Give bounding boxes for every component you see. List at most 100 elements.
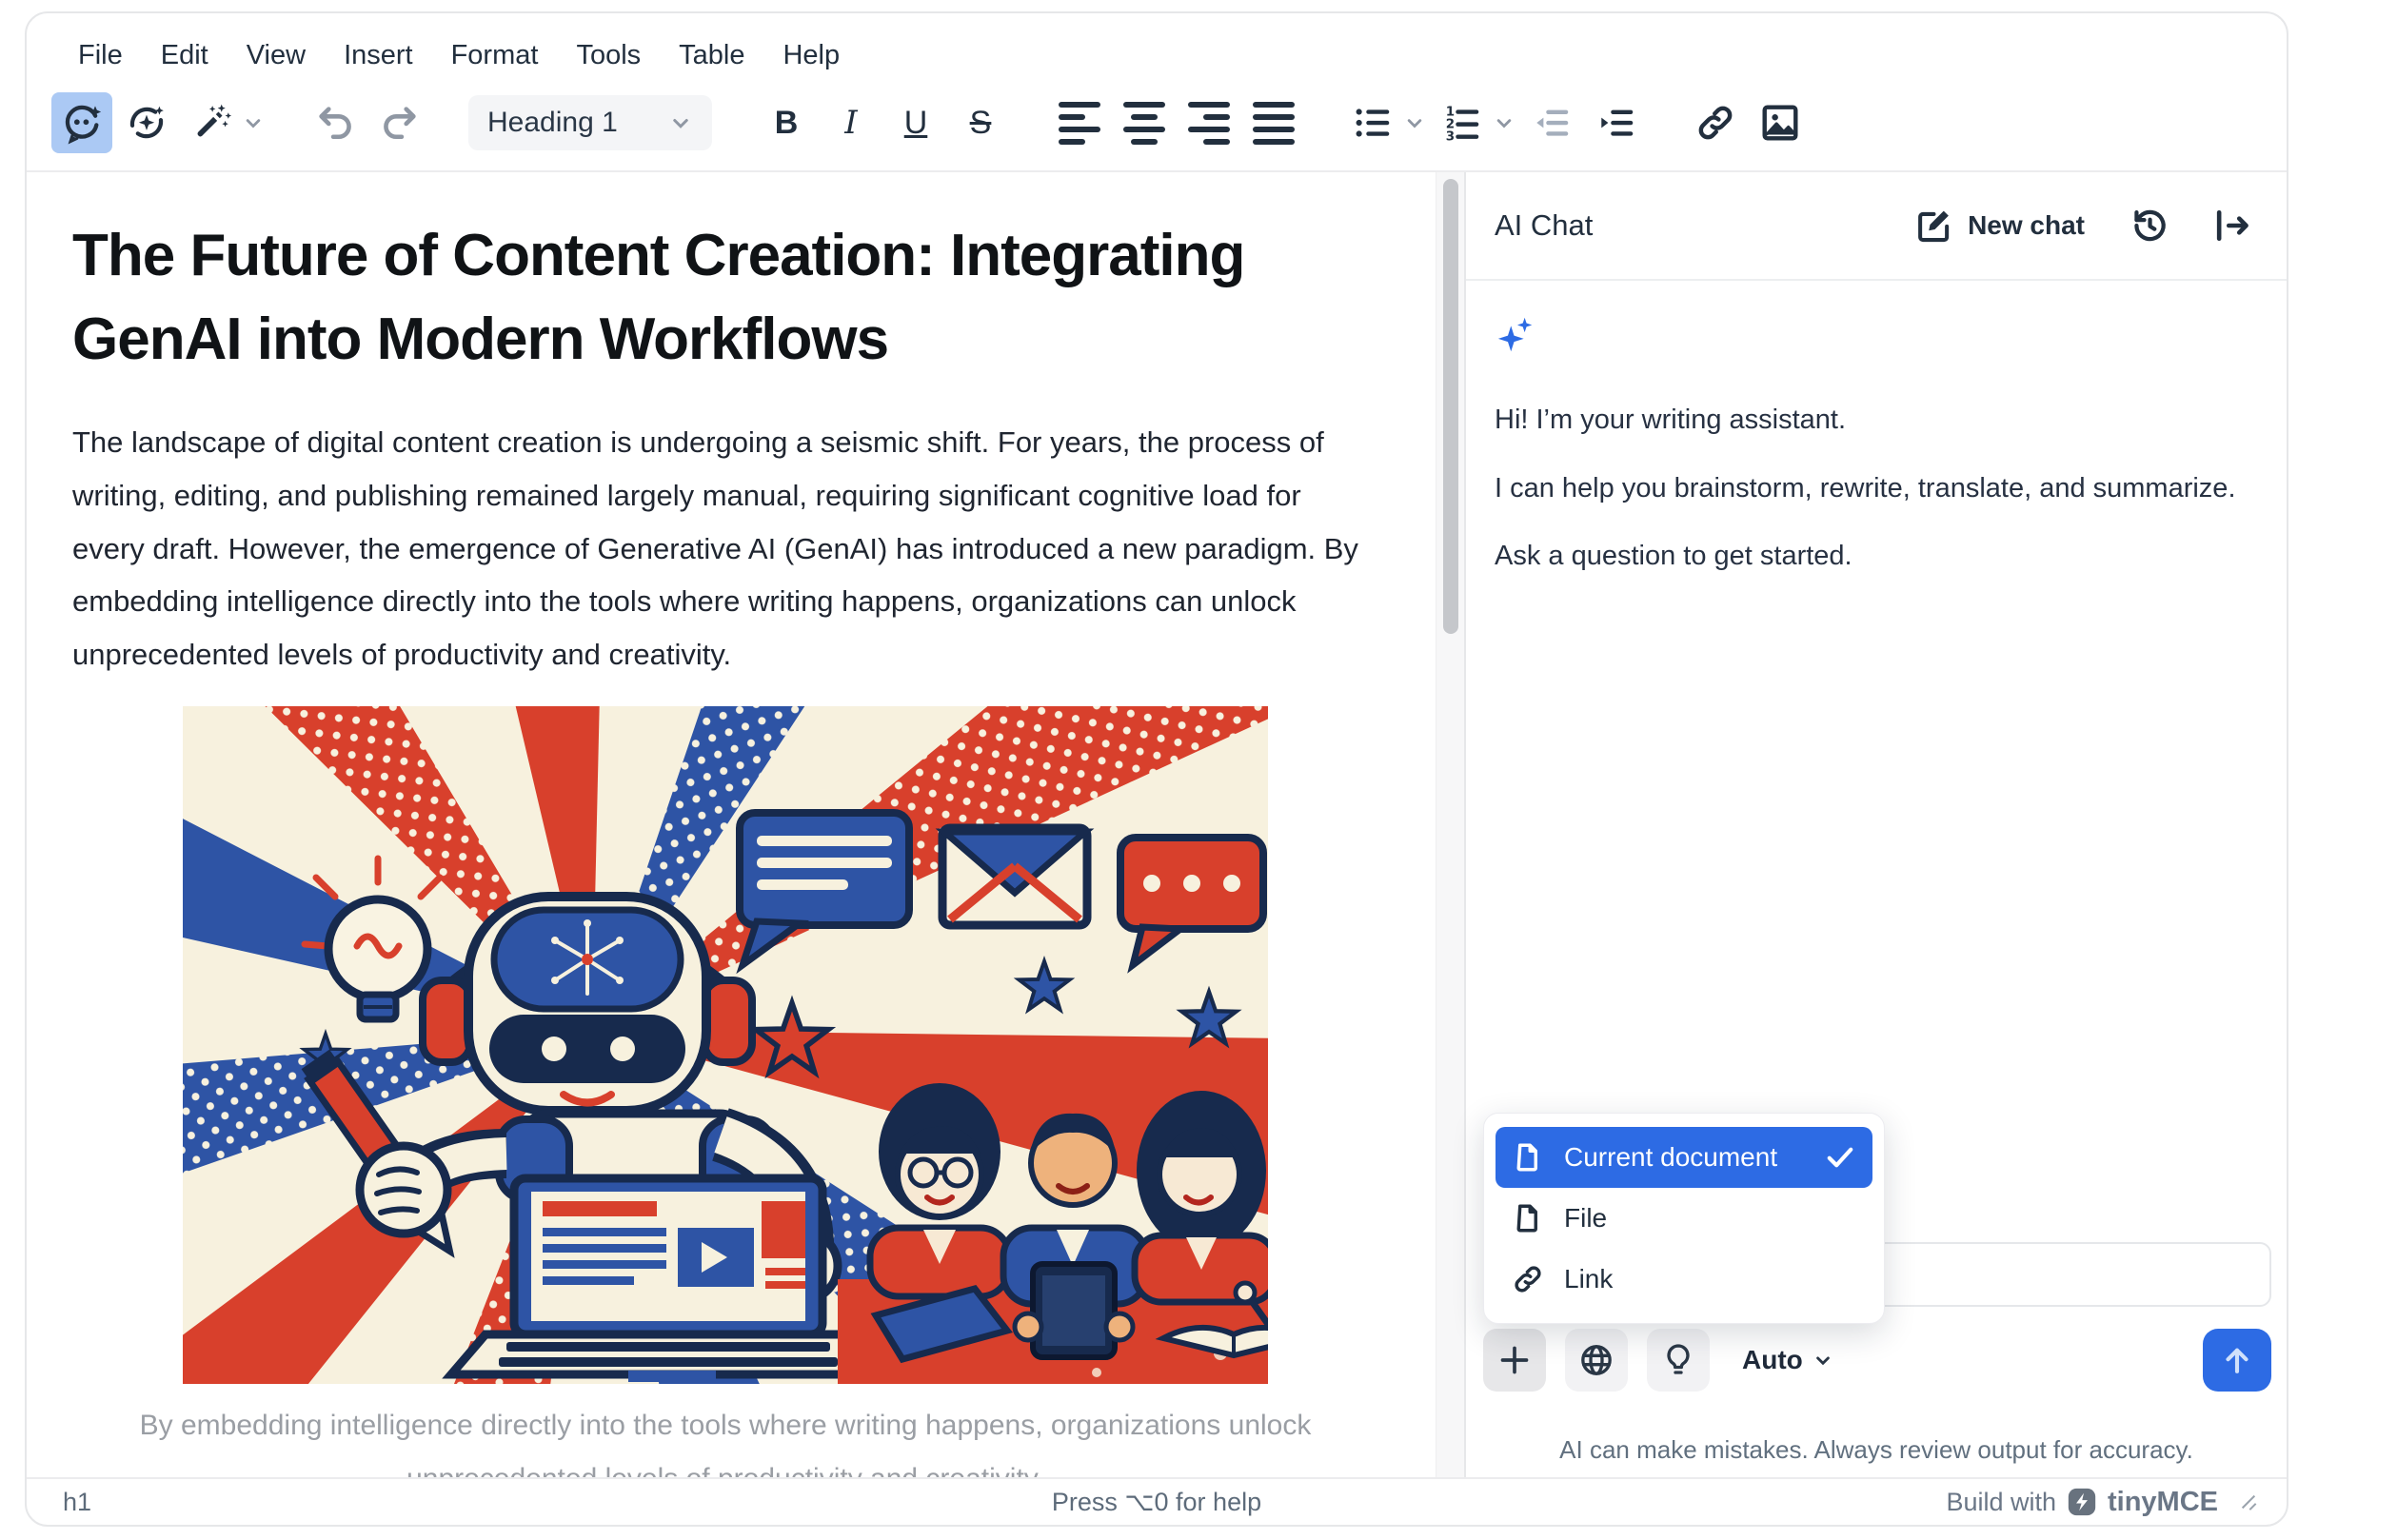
insert-link-button[interactable] — [1685, 92, 1746, 153]
article-illustration-svg — [183, 706, 1268, 1384]
bold-glyph: B — [775, 105, 799, 142]
element-path[interactable]: h1 — [63, 1488, 91, 1517]
editor-scrollbar-track[interactable] — [1436, 172, 1464, 1477]
chat-collapse-button[interactable] — [2210, 205, 2252, 247]
model-selector[interactable]: Auto — [1742, 1345, 1835, 1375]
compose-icon — [1914, 206, 1954, 246]
menu-view[interactable]: View — [231, 32, 321, 79]
new-chat-label: New chat — [1968, 210, 2085, 241]
outdent-button[interactable] — [1521, 92, 1582, 153]
tinymce-logo-icon — [2066, 1486, 2098, 1518]
align-right-button[interactable] — [1179, 92, 1239, 153]
justify-button[interactable] — [1243, 92, 1304, 153]
web-search-button[interactable] — [1565, 1329, 1628, 1392]
collapse-panel-icon — [2210, 205, 2252, 247]
ai-chat-icon — [60, 101, 104, 145]
article-illustration[interactable] — [183, 706, 1268, 1384]
image-icon — [1758, 101, 1802, 145]
file-icon — [1511, 1201, 1545, 1235]
numbered-list-chevron-icon[interactable] — [1491, 109, 1517, 136]
strikethrough-button[interactable]: S — [950, 92, 1011, 153]
editor-content-area[interactable]: The Future of Content Creation: Integrat… — [27, 172, 1464, 1477]
justify-icon — [1253, 102, 1295, 145]
align-center-icon — [1123, 102, 1165, 145]
resize-handle-icon[interactable] — [2239, 1492, 2258, 1511]
chat-message: Hi! I’m your writing assistant. — [1495, 400, 2237, 442]
bullet-list-chevron-icon[interactable] — [1401, 109, 1428, 136]
help-shortcut-text: Press ⌥0 for help — [1052, 1488, 1261, 1517]
context-option-link[interactable]: Link — [1496, 1249, 1872, 1310]
ai-chat-panel: AI Chat New chat — [1464, 172, 2287, 1477]
redo-icon — [378, 101, 422, 145]
menu-table[interactable]: Table — [664, 32, 760, 79]
menu-file[interactable]: File — [63, 32, 138, 79]
format-select[interactable]: Heading 1 — [468, 95, 712, 150]
document-icon — [1511, 1140, 1545, 1175]
branding-prefix: Build with — [1946, 1488, 2056, 1517]
ai-shortcuts-button[interactable] — [116, 92, 177, 153]
link-icon — [1511, 1262, 1545, 1296]
bullet-list-icon — [1351, 101, 1395, 145]
new-chat-button[interactable]: New chat — [1914, 206, 2085, 246]
ai-chat-header: AI Chat New chat — [1466, 172, 2287, 281]
document-heading[interactable]: The Future of Content Creation: Integrat… — [72, 214, 1378, 382]
editor-window: File Edit View Insert Format Tools Table… — [25, 11, 2288, 1527]
context-option-label: Current document — [1564, 1142, 1777, 1173]
format-select-value: Heading 1 — [487, 107, 618, 139]
suggestions-button[interactable] — [1647, 1329, 1710, 1392]
menubar: File Edit View Insert Format Tools Table… — [27, 13, 2287, 79]
composer-toolbar: Auto — [1483, 1329, 2271, 1392]
document-paragraph[interactable]: The landscape of digital content creatio… — [72, 416, 1378, 681]
ai-improve-button[interactable] — [181, 92, 242, 153]
strikethrough-glyph: S — [970, 105, 992, 142]
align-right-icon — [1188, 102, 1230, 145]
underline-button[interactable]: U — [885, 92, 946, 153]
indent-icon — [1595, 101, 1638, 145]
insert-image-button[interactable] — [1750, 92, 1811, 153]
undo-icon — [313, 101, 357, 145]
statusbar: h1 Press ⌥0 for help Build with tinyMCE — [27, 1477, 2287, 1525]
editor-scrollbar-thumb[interactable] — [1443, 179, 1458, 634]
image-caption[interactable]: By embedding intelligence directly into … — [88, 1399, 1363, 1477]
italic-glyph: I — [844, 104, 857, 142]
menu-help[interactable]: Help — [767, 32, 855, 79]
check-icon — [1823, 1140, 1857, 1175]
branding[interactable]: Build with tinyMCE — [1946, 1486, 2258, 1518]
context-option-current-document[interactable]: Current document — [1496, 1127, 1872, 1188]
ai-chat-toggle-button[interactable] — [51, 92, 112, 153]
redo-button[interactable] — [369, 92, 430, 153]
toolbar: Heading 1 B I U S — [27, 79, 2287, 172]
send-button[interactable] — [2203, 1329, 2271, 1392]
context-option-file[interactable]: File — [1496, 1188, 1872, 1249]
numbered-list-icon: 1 2 3 — [1440, 101, 1484, 145]
menu-insert[interactable]: Insert — [328, 32, 428, 79]
chat-message-list: Hi! I’m your writing assistant. I can he… — [1466, 281, 2287, 610]
italic-button[interactable]: I — [821, 92, 882, 153]
align-center-button[interactable] — [1114, 92, 1175, 153]
attach-button[interactable] — [1483, 1329, 1546, 1392]
model-selector-value: Auto — [1742, 1345, 1803, 1375]
indent-button[interactable] — [1586, 92, 1647, 153]
menu-tools[interactable]: Tools — [561, 32, 656, 79]
ai-disclaimer: AI can make mistakes. Always review outp… — [1466, 1435, 2287, 1465]
bullet-list-button[interactable] — [1342, 92, 1403, 153]
underline-glyph: U — [904, 105, 928, 142]
magic-wand-chevron-icon[interactable] — [240, 109, 267, 136]
attach-context-menu: Current document File Link — [1483, 1113, 1885, 1324]
bold-button[interactable]: B — [756, 92, 817, 153]
branding-name: tinyMCE — [2108, 1487, 2218, 1518]
history-icon — [2129, 205, 2170, 247]
ai-shortcuts-icon — [125, 101, 168, 145]
menu-edit[interactable]: Edit — [146, 32, 224, 79]
align-left-icon — [1059, 102, 1100, 145]
lightbulb-icon — [1659, 1341, 1697, 1379]
globe-icon — [1577, 1341, 1615, 1379]
outdent-icon — [1530, 101, 1574, 145]
undo-button[interactable] — [305, 92, 366, 153]
ai-sparkles-icon — [1495, 313, 1538, 357]
menu-format[interactable]: Format — [436, 32, 554, 79]
numbered-list-button[interactable]: 1 2 3 — [1432, 92, 1493, 153]
chat-history-button[interactable] — [2129, 205, 2170, 247]
align-left-button[interactable] — [1049, 92, 1110, 153]
arrow-up-icon — [2219, 1342, 2255, 1378]
